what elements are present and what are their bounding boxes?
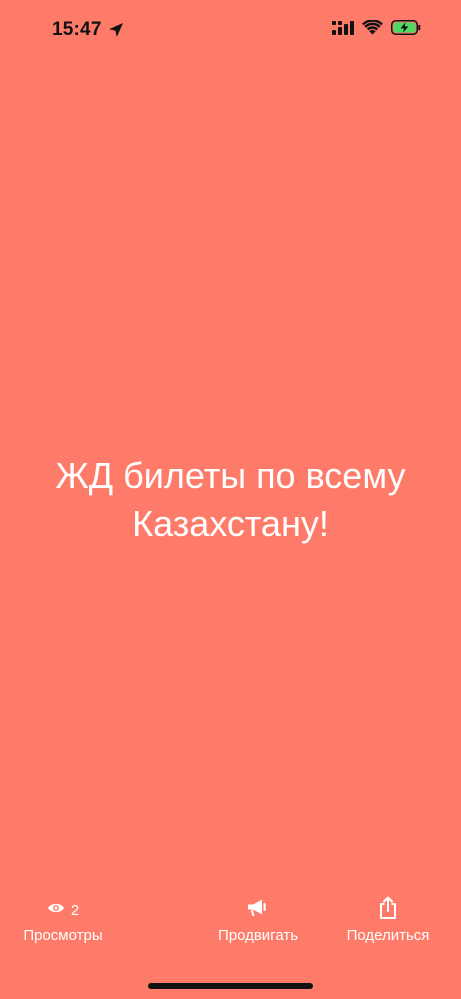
eye-icon xyxy=(47,901,65,919)
share-icon xyxy=(378,896,398,925)
views-label: Просмотры xyxy=(23,927,103,944)
views-count: 2 xyxy=(70,901,80,919)
story-actions-bar: 2 Просмотры Продвигать Поделиться xyxy=(0,896,461,956)
promote-button[interactable]: Продвигать xyxy=(210,896,306,944)
story-headline: ЖД билеты по всему Казахстану! xyxy=(0,452,461,548)
promote-label: Продвигать xyxy=(217,927,299,944)
home-indicator[interactable] xyxy=(148,983,313,989)
share-label: Поделиться xyxy=(346,927,430,944)
location-arrow-icon xyxy=(108,22,124,38)
cellular-signal-icon xyxy=(332,20,354,35)
status-right-icons xyxy=(332,20,421,35)
status-time-group: 15:47 xyxy=(52,19,124,41)
story-headline-line1: ЖД билеты по всему xyxy=(55,455,406,496)
wifi-icon xyxy=(362,20,383,35)
views-button[interactable]: 2 Просмотры xyxy=(16,896,110,945)
battery-charging-icon xyxy=(391,20,421,35)
status-time: 15:47 xyxy=(52,19,102,40)
story-screen: 15:47 ЖД билеты по всему Казахстану! 2 П… xyxy=(0,0,461,999)
share-button[interactable]: Поделиться xyxy=(339,896,437,944)
story-headline-line2: Казахстану! xyxy=(132,503,329,544)
megaphone-icon xyxy=(247,898,269,923)
status-bar: 15:47 xyxy=(0,0,461,62)
